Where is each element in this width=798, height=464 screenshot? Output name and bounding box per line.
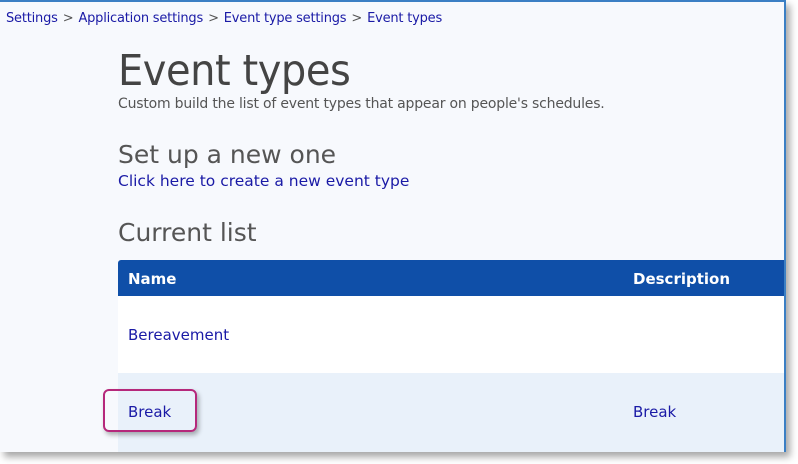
table-header: Name Description (118, 260, 784, 296)
table-row[interactable]: Bereavement (118, 296, 784, 373)
breadcrumb-settings[interactable]: Settings (6, 11, 58, 26)
event-types-table: Name Description Bereavement Break Break (118, 260, 784, 452)
breadcrumb-event-types[interactable]: Event types (367, 11, 442, 26)
column-header-name[interactable]: Name (128, 270, 176, 288)
event-type-name-link[interactable]: Bereavement (128, 326, 229, 344)
breadcrumb-event-type-settings[interactable]: Event type settings (224, 11, 347, 26)
column-header-description[interactable]: Description (633, 270, 730, 288)
setup-section: Set up a new one Click here to create a … (118, 140, 409, 190)
callout-highlight-box (103, 389, 197, 432)
current-list-heading: Current list (118, 218, 257, 247)
main-content: Event types Custom build the list of eve… (118, 46, 784, 452)
page-subtitle: Custom build the list of event types tha… (118, 96, 605, 112)
breadcrumb: Settings > Application settings > Event type… (6, 11, 442, 26)
page-title: Event types (118, 46, 351, 96)
breadcrumb-application-settings[interactable]: Application settings (78, 11, 203, 26)
breadcrumb-separator: > (208, 11, 219, 26)
create-event-type-link[interactable]: Click here to create a new event type (118, 172, 409, 190)
table-row[interactable]: Break Break (118, 373, 784, 452)
current-list-section: Current list (118, 218, 257, 247)
app-window: Settings > Application settings > Event type… (0, 0, 786, 452)
breadcrumb-separator: > (351, 11, 363, 26)
setup-heading: Set up a new one (118, 140, 337, 169)
breadcrumb-separator: > (62, 11, 74, 26)
event-type-description[interactable]: Break (633, 403, 676, 421)
